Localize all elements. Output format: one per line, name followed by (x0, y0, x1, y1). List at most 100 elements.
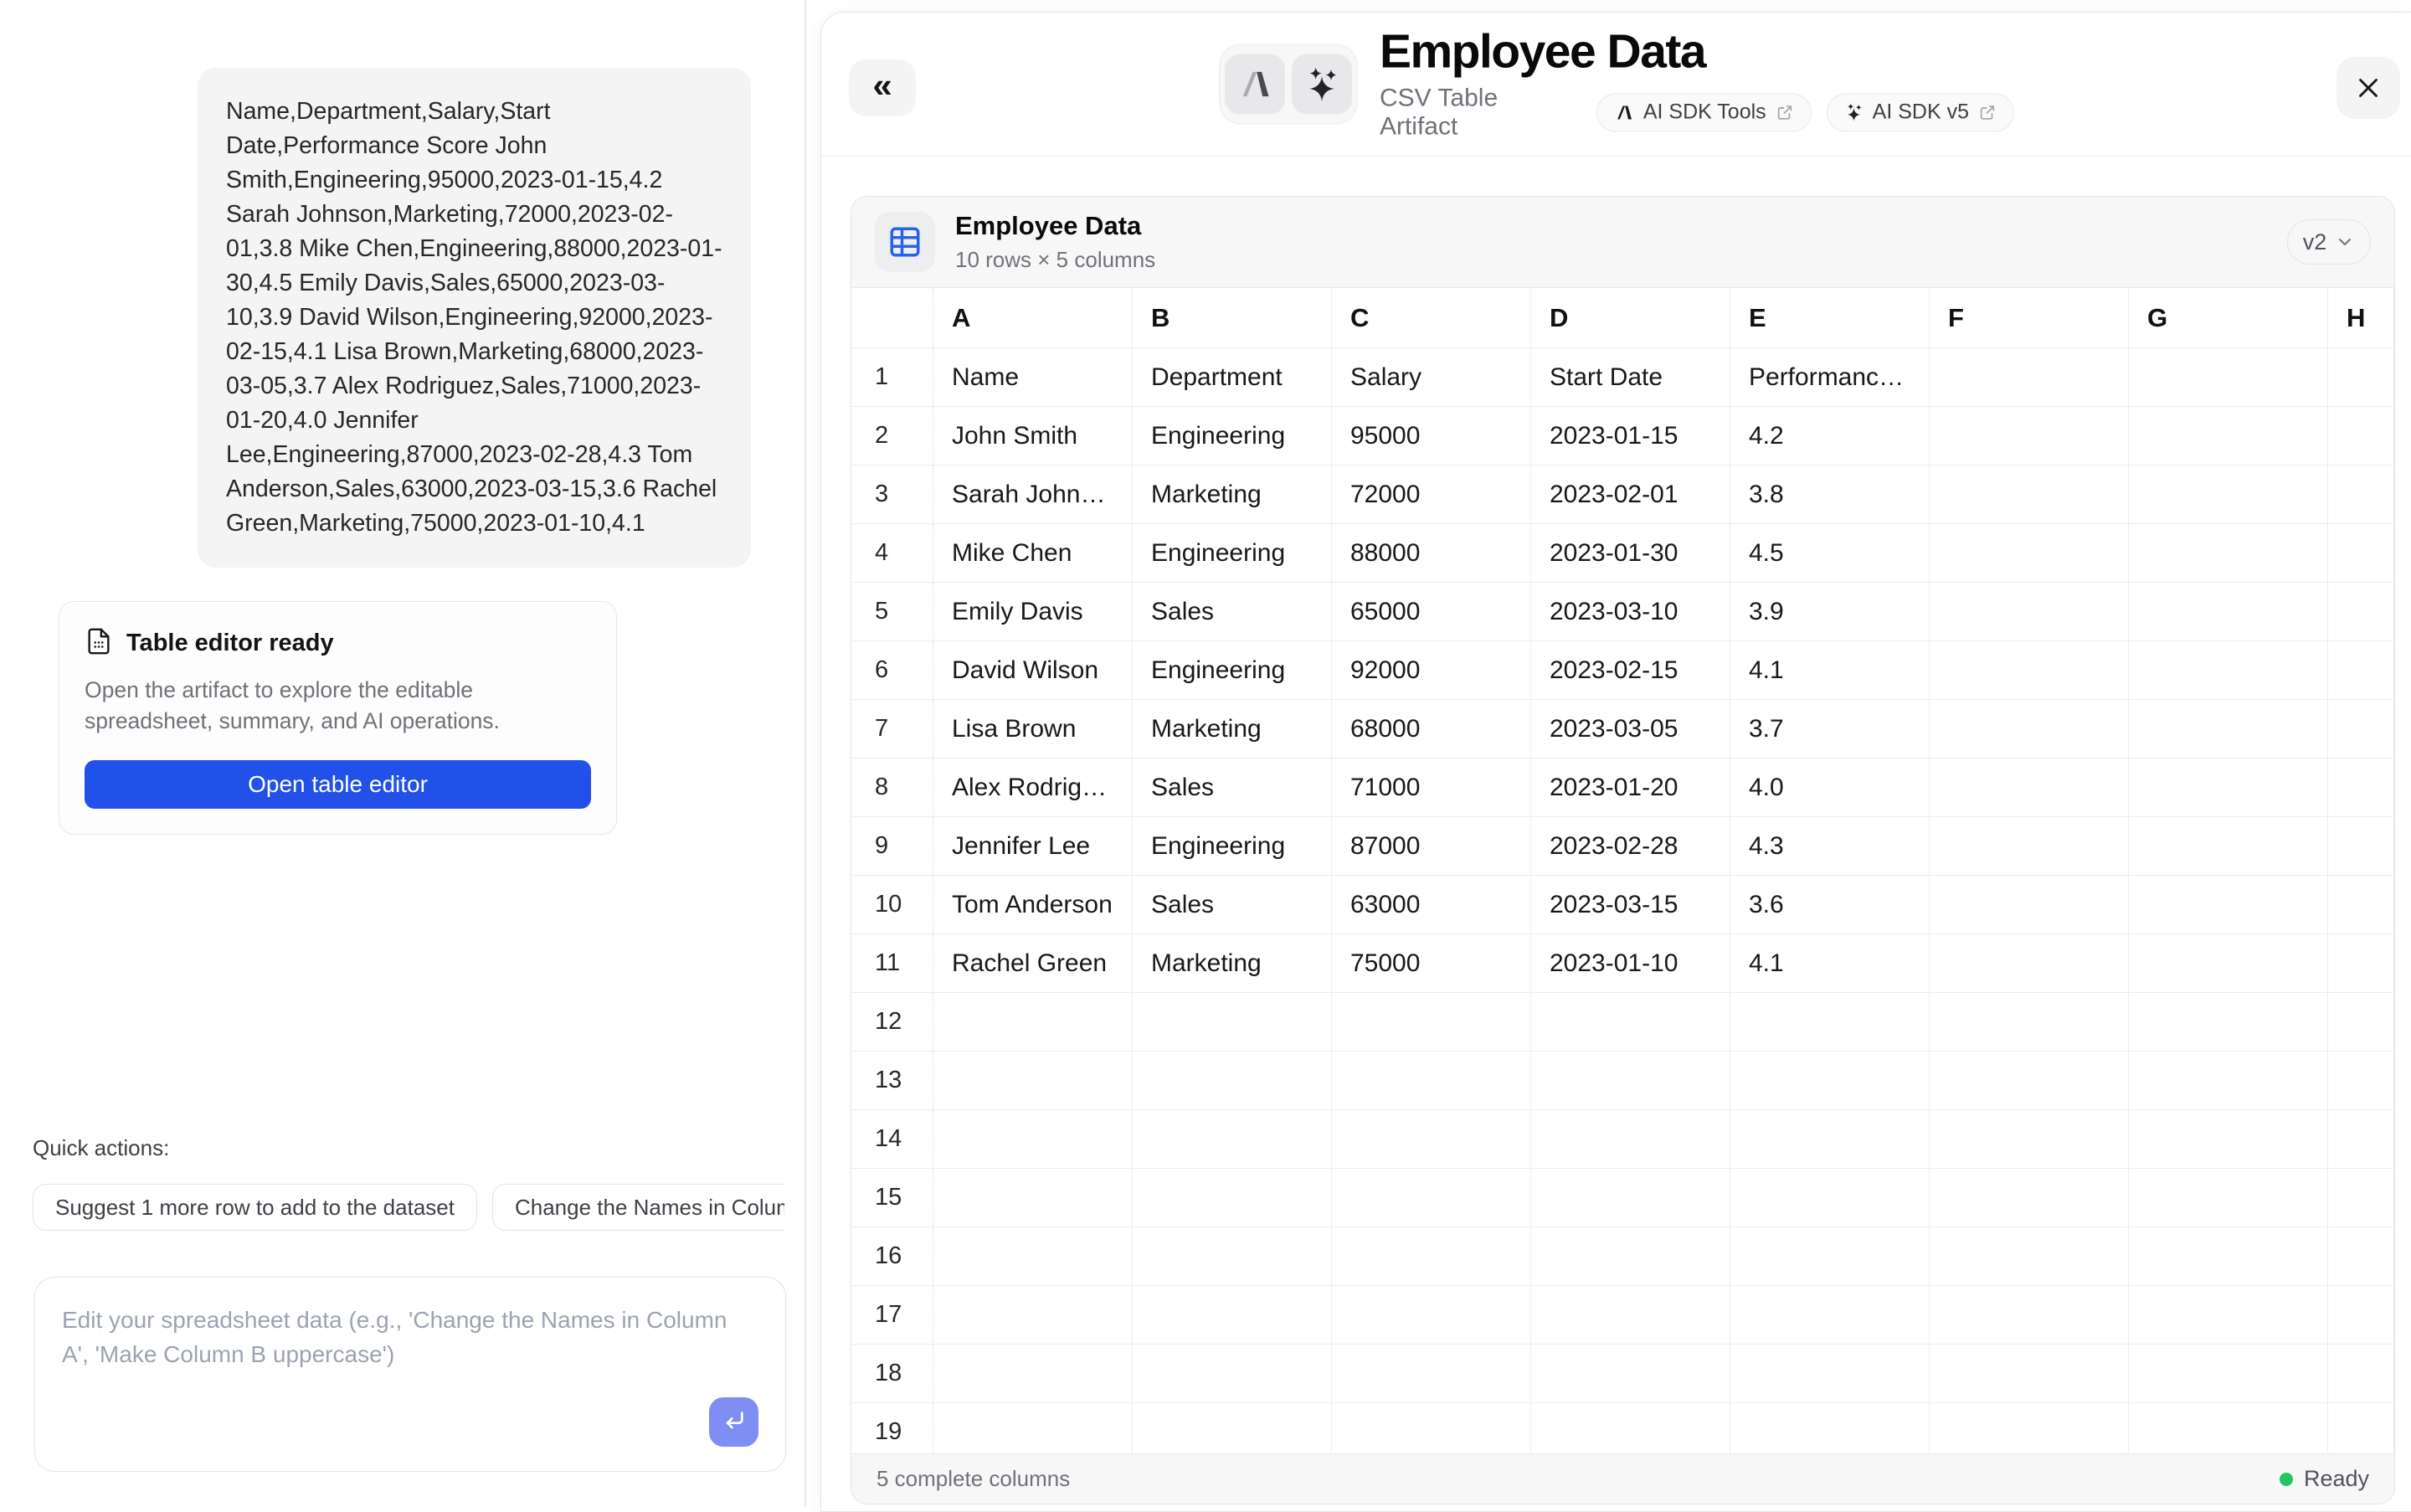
grid-cell[interactable] (2328, 1110, 2394, 1169)
grid-cell[interactable] (1531, 1403, 1730, 1453)
grid-cell[interactable]: 2023-03-15 (1531, 876, 1730, 934)
grid-cell[interactable] (2129, 524, 2328, 583)
grid-cell[interactable] (933, 1403, 1133, 1453)
grid-cell[interactable] (2129, 993, 2328, 1052)
grid-cell[interactable] (1930, 407, 2129, 465)
grid-cell[interactable] (2129, 1403, 2328, 1453)
grid-cell[interactable]: Sarah Johnson (933, 465, 1133, 524)
row-number[interactable]: 19 (851, 1403, 933, 1453)
grid-cell[interactable] (2328, 700, 2394, 759)
grid-cell[interactable]: Engineering (1133, 817, 1332, 876)
grid-cell[interactable] (1332, 1403, 1531, 1453)
grid-cell[interactable] (2129, 1345, 2328, 1403)
grid-cell[interactable] (2328, 583, 2394, 641)
grid-cell[interactable] (1133, 1052, 1332, 1110)
grid-cell[interactable] (2129, 1110, 2328, 1169)
grid-cell[interactable]: John Smith (933, 407, 1133, 465)
grid-cell[interactable]: Sales (1133, 759, 1332, 817)
grid-cell[interactable]: 2023-02-01 (1531, 465, 1730, 524)
grid-cell[interactable]: 3.6 (1730, 876, 1930, 934)
grid-cell[interactable] (1930, 1286, 2129, 1345)
row-number[interactable]: 1 (851, 348, 933, 407)
grid-cell[interactable] (1531, 1286, 1730, 1345)
grid-cell[interactable]: Tom Anderson (933, 876, 1133, 934)
grid-cell[interactable]: Mike Chen (933, 524, 1133, 583)
grid-cell[interactable]: Salary (1332, 348, 1531, 407)
grid-cell[interactable] (2129, 641, 2328, 700)
row-number[interactable]: 2 (851, 407, 933, 465)
grid-cell[interactable] (1930, 934, 2129, 993)
row-number[interactable]: 14 (851, 1110, 933, 1169)
grid-cell[interactable] (1930, 817, 2129, 876)
grid-cell[interactable] (1930, 993, 2129, 1052)
column-header-b[interactable]: B (1133, 288, 1332, 348)
row-number[interactable]: 17 (851, 1286, 933, 1345)
grid-cell[interactable] (1332, 993, 1531, 1052)
grid-cell[interactable] (1133, 1110, 1332, 1169)
grid-cell[interactable]: 3.7 (1730, 700, 1930, 759)
row-number[interactable]: 15 (851, 1169, 933, 1227)
row-number[interactable]: 7 (851, 700, 933, 759)
grid-cell[interactable]: 3.9 (1730, 583, 1930, 641)
grid-cell[interactable]: 88000 (1332, 524, 1531, 583)
grid-cell[interactable] (1930, 1345, 2129, 1403)
grid-cell[interactable]: 4.1 (1730, 641, 1930, 700)
grid-cell[interactable] (933, 1227, 1133, 1286)
grid-cell[interactable] (1133, 1227, 1332, 1286)
grid-cell[interactable] (1133, 1345, 1332, 1403)
grid-cell[interactable] (2129, 817, 2328, 876)
grid-cell[interactable] (1730, 993, 1930, 1052)
row-number[interactable]: 13 (851, 1052, 933, 1110)
column-header-c[interactable]: C (1332, 288, 1531, 348)
grid-cell[interactable] (2129, 759, 2328, 817)
grid-cell[interactable]: 4.2 (1730, 407, 1930, 465)
grid-cell[interactable] (1332, 1110, 1531, 1169)
grid-cell[interactable] (1730, 1227, 1930, 1286)
grid-cell[interactable] (2328, 817, 2394, 876)
grid-cell[interactable] (2129, 1169, 2328, 1227)
grid-cell[interactable] (933, 1286, 1133, 1345)
grid-cell[interactable]: 4.5 (1730, 524, 1930, 583)
grid-cell[interactable] (2328, 934, 2394, 993)
column-header-g[interactable]: G (2129, 288, 2328, 348)
grid-cell[interactable]: 71000 (1332, 759, 1531, 817)
grid-cell[interactable]: Marketing (1133, 700, 1332, 759)
grid-cell[interactable] (1332, 1286, 1531, 1345)
row-number[interactable]: 5 (851, 583, 933, 641)
grid-cell[interactable] (2129, 407, 2328, 465)
row-number[interactable]: 16 (851, 1227, 933, 1286)
grid-cell[interactable] (1930, 1403, 2129, 1453)
grid-cell[interactable] (1930, 1052, 2129, 1110)
grid-cell[interactable]: 2023-01-20 (1531, 759, 1730, 817)
grid-cell[interactable] (1930, 876, 2129, 934)
row-number[interactable]: 9 (851, 817, 933, 876)
grid-cell[interactable] (1332, 1052, 1531, 1110)
grid-cell[interactable]: 68000 (1332, 700, 1531, 759)
grid-cell[interactable] (1531, 1345, 1730, 1403)
grid-cell[interactable] (2328, 1403, 2394, 1453)
quick-action-change-names[interactable]: Change the Names in Column A (492, 1184, 784, 1231)
grid-cell[interactable] (2328, 465, 2394, 524)
grid-cell[interactable] (2328, 348, 2394, 407)
grid-cell[interactable]: Sales (1133, 876, 1332, 934)
grid-cell[interactable]: Engineering (1133, 407, 1332, 465)
grid-cell[interactable]: 2023-02-15 (1531, 641, 1730, 700)
grid-cell[interactable]: Sales (1133, 583, 1332, 641)
grid-cell[interactable] (1930, 348, 2129, 407)
grid-cell[interactable]: 63000 (1332, 876, 1531, 934)
column-header-d[interactable]: D (1531, 288, 1730, 348)
grid-cell[interactable] (1930, 1227, 2129, 1286)
grid-cell[interactable]: 2023-01-10 (1531, 934, 1730, 993)
grid-cell[interactable] (2129, 1052, 2328, 1110)
grid-cell[interactable]: 65000 (1332, 583, 1531, 641)
grid-cell[interactable] (1531, 1227, 1730, 1286)
grid-cell[interactable] (2328, 1345, 2394, 1403)
grid-cell[interactable] (1531, 993, 1730, 1052)
badge-ai-sdk-tools[interactable]: AI SDK Tools (1596, 93, 1812, 131)
grid-cell[interactable]: 2023-01-15 (1531, 407, 1730, 465)
grid-cell[interactable] (1133, 1169, 1332, 1227)
grid-cell[interactable] (1930, 641, 2129, 700)
grid-cell[interactable] (1730, 1286, 1930, 1345)
grid-cell[interactable] (1332, 1227, 1531, 1286)
grid-cell[interactable]: Start Date (1531, 348, 1730, 407)
